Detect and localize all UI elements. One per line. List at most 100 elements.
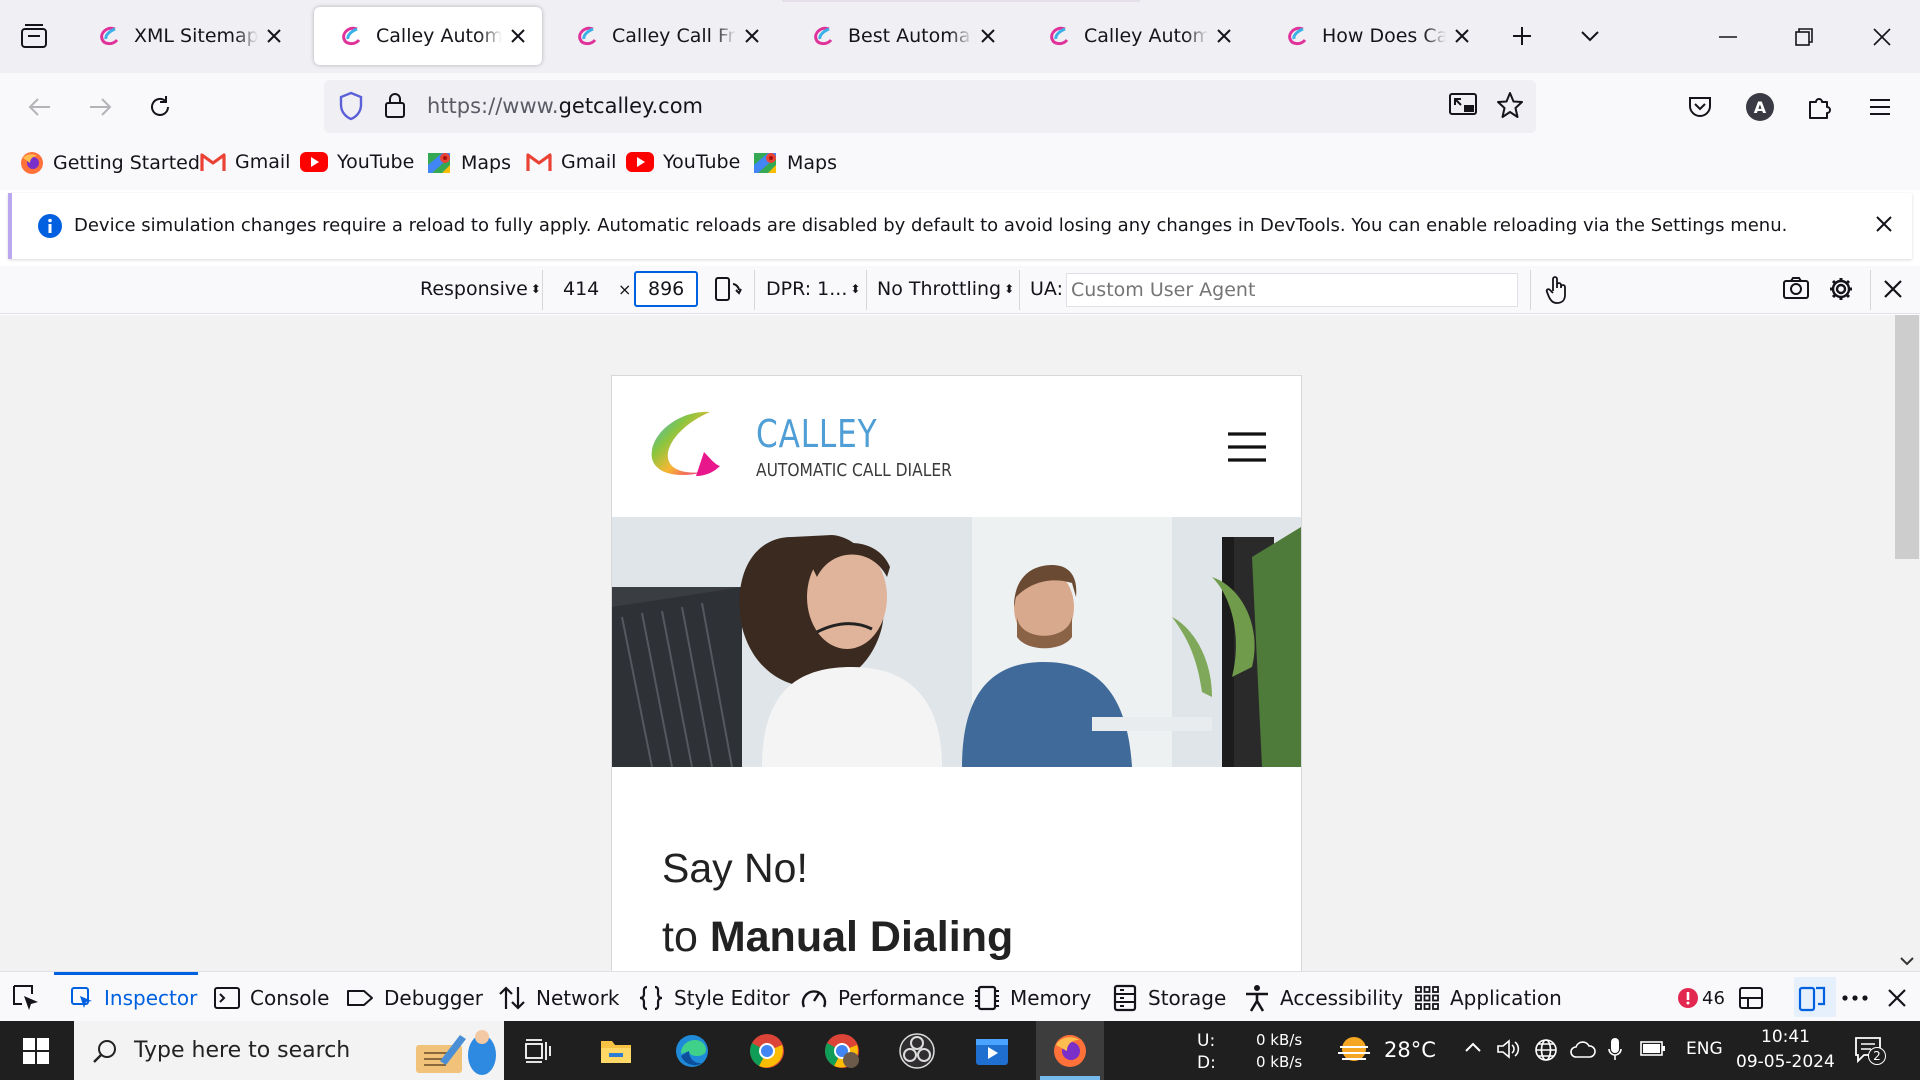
tab-performance[interactable]: Performance xyxy=(800,980,965,1016)
new-tab-button[interactable] xyxy=(1500,13,1544,59)
tab-strip: XML Sitemap - Calley Calley Automatic Ca… xyxy=(0,0,1920,73)
start-button[interactable] xyxy=(6,1028,66,1074)
user-agent-input[interactable] xyxy=(1066,273,1518,307)
screenshot-button[interactable] xyxy=(1782,276,1810,300)
tab-title: XML Sitemap - Calley xyxy=(134,25,258,47)
input-language[interactable]: ENG xyxy=(1686,1039,1723,1059)
device-selector[interactable]: Responsive ⬍ xyxy=(420,278,541,300)
url-text[interactable]: https://www.getcalley.com xyxy=(427,94,703,118)
close-tab-button[interactable] xyxy=(258,20,290,52)
restore-button[interactable] xyxy=(1766,0,1842,73)
forward-button[interactable] xyxy=(78,85,122,129)
tab-console[interactable]: Console xyxy=(214,980,329,1016)
bookmark-maps-2[interactable]: Maps xyxy=(754,151,837,175)
app-menu-button[interactable] xyxy=(1858,85,1902,129)
tab-debugger[interactable]: Debugger xyxy=(346,980,483,1016)
plus-icon xyxy=(1513,27,1531,45)
tab-xml-sitemap[interactable]: XML Sitemap - Calley xyxy=(72,7,298,65)
tab-how-does-calley[interactable]: How Does Calley Work xyxy=(1260,7,1486,65)
scroll-down-arrow-icon[interactable] xyxy=(1899,956,1915,966)
pocket-button[interactable] xyxy=(1678,85,1722,129)
split-console-button[interactable] xyxy=(1738,980,1774,1016)
tab-best-automatic[interactable]: Best Automatic Call Dialer xyxy=(786,7,1012,65)
site-logo[interactable]: CALLEY AUTOMATIC CALL DIALER xyxy=(644,406,1004,486)
firefox-view-button[interactable] xyxy=(12,13,56,59)
firefox-button[interactable] xyxy=(1040,1028,1100,1074)
edge-button[interactable] xyxy=(662,1028,722,1074)
bookmark-youtube[interactable]: YouTube xyxy=(300,151,414,173)
network-button[interactable] xyxy=(1534,1038,1558,1062)
battery-button[interactable] xyxy=(1640,1039,1666,1057)
bookmark-star-button[interactable] xyxy=(1496,91,1524,119)
obs-button[interactable] xyxy=(887,1028,947,1074)
close-rdm-button[interactable] xyxy=(1884,280,1902,298)
picture-in-picture-button[interactable] xyxy=(1448,92,1478,118)
tab-calley-call-from[interactable]: Calley Call From Desktop xyxy=(550,7,776,65)
tab-style-editor[interactable]: Style Editor xyxy=(638,980,790,1016)
responsive-design-mode-button[interactable] xyxy=(1798,980,1836,1016)
extensions-button[interactable] xyxy=(1798,85,1842,129)
media-player-button[interactable] xyxy=(962,1028,1022,1074)
calley-favicon-icon xyxy=(342,26,361,46)
site-info-button[interactable] xyxy=(384,91,406,119)
close-notification-button[interactable] xyxy=(1876,216,1892,232)
devtools-options-button[interactable] xyxy=(1842,980,1878,1016)
bookmark-label: Maps xyxy=(461,152,511,174)
show-hidden-icons-button[interactable] xyxy=(1464,1041,1482,1053)
close-tab-button[interactable] xyxy=(502,20,534,52)
microphone-button[interactable] xyxy=(1608,1037,1622,1061)
clock-time[interactable]: 10:41 xyxy=(1761,1027,1810,1047)
account-button[interactable]: A xyxy=(1738,85,1782,129)
close-tab-button[interactable] xyxy=(1208,20,1240,52)
chrome-button[interactable] xyxy=(737,1028,797,1074)
bookmark-youtube-2[interactable]: YouTube xyxy=(626,151,740,173)
tab-storage[interactable]: Storage xyxy=(1112,980,1226,1016)
address-bar[interactable]: https://www.getcalley.com xyxy=(324,80,1536,133)
site-menu-button[interactable] xyxy=(1226,432,1268,462)
tab-calley-automatic-2[interactable]: Calley Automatic Dialer xyxy=(1022,7,1248,65)
viewport-height-input[interactable]: 896 xyxy=(634,271,698,307)
volume-button[interactable] xyxy=(1496,1038,1520,1060)
taskbar-search-box[interactable]: Type here to search xyxy=(74,1021,504,1080)
back-button[interactable] xyxy=(18,85,62,129)
throttling-selector[interactable]: No Throttling ⬍ xyxy=(877,278,1014,300)
close-tab-button[interactable] xyxy=(736,20,768,52)
tab-inspector[interactable]: Inspector xyxy=(70,980,197,1016)
tab-network[interactable]: Network xyxy=(498,980,620,1016)
close-tab-button[interactable] xyxy=(1446,20,1478,52)
rdm-settings-button[interactable] xyxy=(1828,276,1854,302)
notification-center-button[interactable]: 2 xyxy=(1854,1035,1886,1065)
reload-button[interactable] xyxy=(138,85,182,129)
error-icon xyxy=(1678,988,1698,1008)
edge-icon xyxy=(676,1035,708,1067)
tab-accessibility[interactable]: Accessibility xyxy=(1244,980,1403,1016)
calley-favicon-icon xyxy=(1288,26,1307,46)
tab-memory[interactable]: Memory xyxy=(974,980,1091,1016)
viewport-width-input[interactable]: 414 xyxy=(552,271,612,307)
close-devtools-button[interactable] xyxy=(1888,980,1916,1016)
viewport-scrollbar-thumb[interactable] xyxy=(1895,315,1919,559)
list-all-tabs-button[interactable] xyxy=(1568,13,1612,59)
touch-simulation-button[interactable] xyxy=(1544,275,1570,305)
onedrive-button[interactable] xyxy=(1570,1039,1596,1059)
error-count-button[interactable]: 46 xyxy=(1678,980,1725,1016)
minimize-button[interactable] xyxy=(1690,0,1766,73)
tab-calley-automatic[interactable]: Calley Automatic Call Dialer xyxy=(314,7,542,65)
file-explorer-button[interactable] xyxy=(586,1028,646,1074)
tracking-protection-button[interactable] xyxy=(338,91,364,121)
rotate-viewport-button[interactable] xyxy=(714,276,742,302)
weather-widget[interactable]: 28°C xyxy=(1336,1035,1436,1065)
close-window-button[interactable] xyxy=(1844,0,1920,73)
bookmark-getting-started[interactable]: Getting Started xyxy=(20,151,200,175)
close-icon xyxy=(267,29,281,43)
dpr-selector[interactable]: DPR: 1... ⬍ xyxy=(766,278,860,300)
tab-application[interactable]: Application xyxy=(1414,980,1562,1016)
bookmark-gmail-2[interactable]: Gmail xyxy=(526,151,616,173)
element-picker-button[interactable] xyxy=(12,980,50,1016)
bookmark-maps[interactable]: Maps xyxy=(428,151,511,175)
task-view-button[interactable] xyxy=(508,1028,568,1074)
close-tab-button[interactable] xyxy=(972,20,1004,52)
bookmark-gmail[interactable]: Gmail xyxy=(200,151,290,173)
clock-date[interactable]: 09-05-2024 xyxy=(1736,1052,1835,1072)
chrome-profile-button[interactable] xyxy=(812,1028,872,1074)
